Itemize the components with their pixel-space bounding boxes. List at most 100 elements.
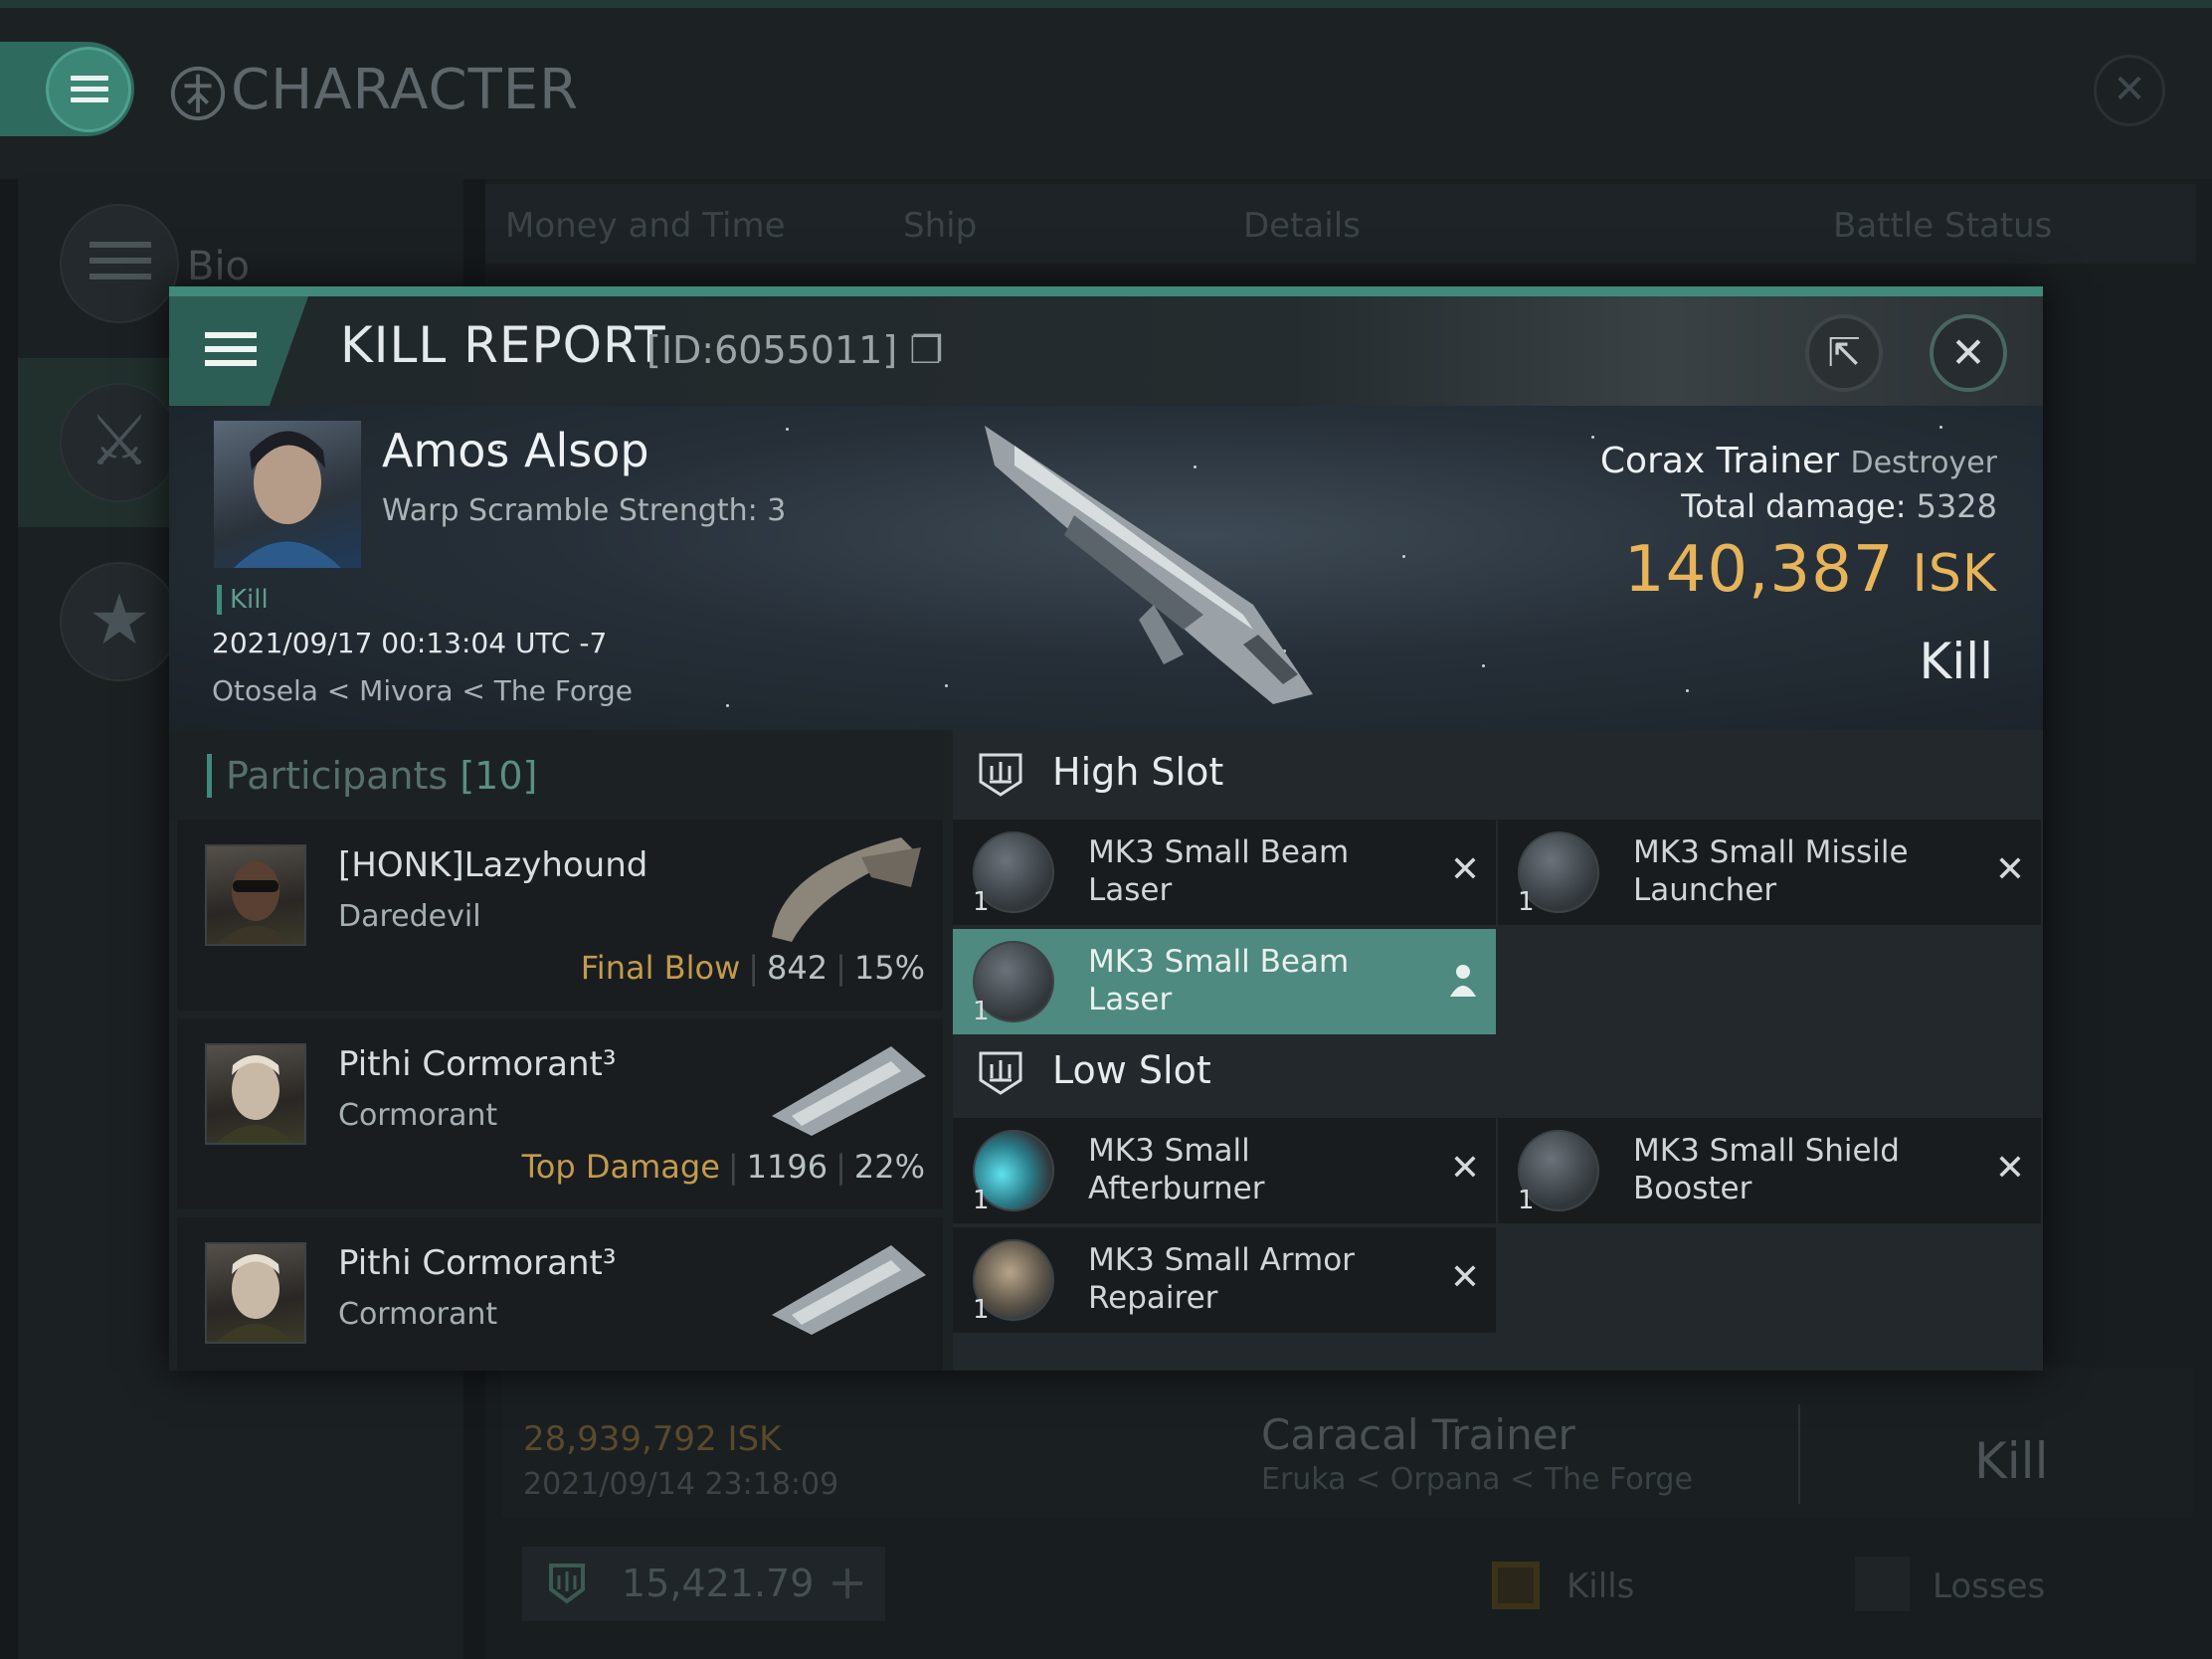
- kill-report-modal: KILL REPORT [ID:6055011] ❐ ⇱ ✕ Amos Also…: [169, 286, 2043, 1371]
- tab-details[interactable]: Details: [1243, 206, 1361, 246]
- participant-damage: 842: [767, 949, 829, 987]
- victim-subtitle: Warp Scramble Strength: 3: [382, 493, 787, 528]
- participants-count: [10]: [460, 754, 538, 798]
- module-slot[interactable]: 1 MK3 Small Armor Repairer ✕: [953, 1227, 1496, 1333]
- participant-stats: Top Damage | 1196 | 22%: [521, 1148, 925, 1186]
- kills-filter-checkbox[interactable]: [1492, 1562, 1540, 1609]
- module-quantity: 1: [973, 887, 990, 917]
- high-slot-header: High Slot: [953, 730, 2043, 820]
- module-slot[interactable]: 1 MK3 Small Afterburner ✕: [953, 1118, 1496, 1223]
- victim-ship-class: Destroyer: [1850, 446, 1997, 480]
- isk-unit: ISK: [1912, 544, 1997, 604]
- participant-portrait: [205, 844, 306, 946]
- fitting-panel: High Slot 1 MK3 Small Beam Laser ✕ 1 MK3…: [953, 730, 2043, 1371]
- participants-label: Participants: [226, 754, 449, 798]
- participant-name: Pithi Cormorant³: [338, 1243, 617, 1283]
- module-slot[interactable]: 1 MK3 Small Beam Laser ✕: [953, 820, 1496, 925]
- main-menu-button[interactable]: [0, 42, 134, 136]
- share-button[interactable]: ⇱: [1805, 314, 1883, 392]
- participant-row[interactable]: [HONK]Lazyhound Daredevil Final Blow | 842…: [177, 820, 943, 1011]
- destroyed-icon: ✕: [1994, 1148, 2025, 1189]
- close-icon: ✕: [1950, 328, 1986, 377]
- victim-ship[interactable]: Corax Trainer Destroyer: [1600, 441, 1997, 481]
- participant-damage: 1196: [746, 1148, 829, 1186]
- destroyed-icon: ✕: [1449, 1148, 1480, 1189]
- destroyed-icon: ✕: [1994, 849, 2025, 890]
- module-name: MK3 Small Beam Laser: [1088, 944, 1350, 1017]
- module-quantity: 1: [1518, 1186, 1535, 1215]
- high-slot-label: High Slot: [1052, 750, 1224, 794]
- participant-ship: Cormorant: [338, 1297, 498, 1332]
- participants-header: Participants [10]: [169, 730, 945, 820]
- row-isk: 28,939,792 ISK: [523, 1419, 782, 1459]
- participant-ship-image: [772, 1046, 926, 1136]
- kill-location[interactable]: Otosela < Mivora < The Forge: [212, 674, 633, 707]
- module-slot[interactable]: 1 MK3 Small Shield Booster ✕: [1498, 1118, 2041, 1223]
- participant-name: [HONK]Lazyhound: [338, 845, 648, 885]
- screen-title: CHARACTER: [169, 58, 579, 122]
- participant-stats: Final Blow | 842 | 15%: [580, 949, 925, 987]
- report-id[interactable]: [ID:6055011] ❐: [646, 328, 943, 372]
- total-damage-label: Total damage:: [1681, 487, 1907, 525]
- victim-ship-image: [985, 426, 1313, 704]
- hamburger-icon: [205, 332, 257, 374]
- destroyed-icon: ✕: [1449, 1257, 1480, 1298]
- copy-icon[interactable]: ❐: [909, 328, 943, 372]
- kill-date: 2021/09/17 00:13:04 UTC -7: [212, 627, 608, 659]
- losses-filter-label: Losses: [1933, 1567, 2046, 1606]
- tab-battle-status[interactable]: Battle Status: [1833, 206, 2052, 246]
- row-location: Eruka < Orpana < The Forge: [1261, 1462, 1693, 1497]
- report-id-text: [ID:6055011]: [646, 328, 898, 372]
- participant-tag: Top Damage: [521, 1148, 720, 1186]
- losses-filter-checkbox[interactable]: [1855, 1557, 1910, 1611]
- wallet-balance: 15,421.79: [622, 1562, 815, 1605]
- total-damage-value: 5328: [1916, 487, 1997, 525]
- low-slot-label: Low Slot: [1052, 1048, 1211, 1092]
- kill-type-tag: Kill: [217, 585, 269, 615]
- tab-money-and-time[interactable]: Money and Time: [505, 206, 786, 246]
- wallet-icon: [549, 1564, 585, 1604]
- modal-accent-line: [169, 286, 2043, 296]
- participant-ship: Daredevil: [338, 899, 481, 934]
- row-result: Kill: [1974, 1432, 2049, 1490]
- module-name: MK3 Small Shield Booster: [1633, 1133, 1900, 1206]
- kills-filter-label: Kills: [1567, 1567, 1635, 1606]
- module-quantity: 1: [973, 1295, 990, 1325]
- row-divider: [1798, 1404, 1800, 1504]
- participant-portrait: [205, 1043, 306, 1145]
- module-quantity: 1: [973, 997, 990, 1026]
- participant-tag: Final Blow: [580, 949, 741, 987]
- isk-amount: 140,387: [1623, 533, 1895, 607]
- row-ship: Caracal Trainer: [1261, 1410, 1575, 1459]
- module-slot-selected[interactable]: 1 MK3 Small Beam Laser: [953, 929, 1496, 1034]
- participant-percent: 15%: [853, 949, 925, 987]
- character-icon: [170, 66, 226, 120]
- victim-ship-name: Corax Trainer: [1599, 441, 1840, 481]
- module-slot[interactable]: 1 MK3 Small Missile Launcher ✕: [1498, 820, 2041, 925]
- crossed-swords-icon: ⚔: [60, 383, 179, 502]
- module-name: MK3 Small Beam Laser: [1088, 834, 1350, 908]
- participant-percent: 22%: [853, 1148, 925, 1186]
- participant-row[interactable]: Pithi Cormorant³ Cormorant Top Damage | 11…: [177, 1018, 943, 1209]
- row-date: 2021/09/14 23:18:09: [523, 1467, 839, 1502]
- close-modal-button[interactable]: ✕: [1930, 314, 2007, 392]
- participant-row[interactable]: Pithi Cormorant³ Cormorant: [177, 1217, 943, 1371]
- destroyed-icon: ✕: [1449, 849, 1480, 890]
- low-slot-icon: [979, 1051, 1022, 1095]
- tab-bar: Money and Time Ship Details Battle Statu…: [485, 184, 2196, 264]
- add-funds-button[interactable]: +: [828, 1555, 867, 1610]
- report-result: Kill: [1919, 633, 1993, 690]
- hamburger-icon: [71, 76, 108, 103]
- participant-name: Pithi Cormorant³: [338, 1044, 617, 1084]
- modal-title: KILL REPORT: [340, 316, 666, 374]
- high-slot-icon: [979, 753, 1022, 797]
- module-name: MK3 Small Missile Launcher: [1633, 834, 1909, 908]
- list-icon: [60, 204, 179, 323]
- tab-ship[interactable]: Ship: [903, 206, 977, 246]
- victim-name[interactable]: Amos Alsop: [382, 424, 649, 477]
- close-screen-button[interactable]: ✕: [2094, 55, 2165, 126]
- low-slot-header: Low Slot: [953, 1028, 2043, 1118]
- external-link-icon: ⇱: [1827, 330, 1861, 376]
- victim-portrait[interactable]: [214, 421, 361, 568]
- star-icon: ★: [60, 562, 179, 681]
